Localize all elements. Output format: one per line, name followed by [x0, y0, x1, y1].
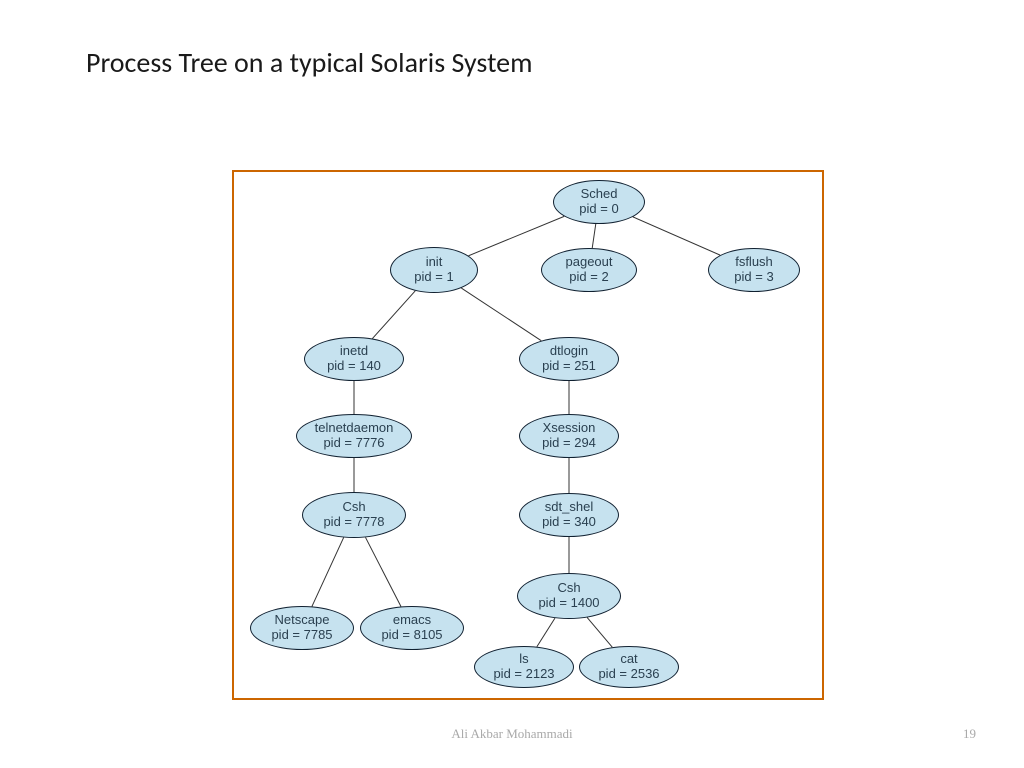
- footer-author: Ali Akbar Mohammadi: [0, 726, 1024, 742]
- process-name: Sched: [581, 187, 618, 202]
- process-name: init: [426, 255, 443, 270]
- slide-title: Process Tree on a typical Solaris System: [86, 45, 532, 80]
- process-name: Csh: [342, 500, 365, 515]
- process-name: Csh: [557, 581, 580, 596]
- process-node-xsession: Xsessionpid = 294: [519, 414, 619, 458]
- process-pid: pid = 8105: [381, 628, 442, 643]
- edge-init-dtlogin: [461, 288, 541, 341]
- process-tree-diagram: Schedpid = 0 initpid = 1 pageoutpid = 2 fsf…: [232, 170, 824, 700]
- process-pid: pid = 1: [414, 270, 453, 285]
- process-pid: pid = 2: [569, 270, 608, 285]
- process-pid: pid = 2536: [598, 667, 659, 682]
- process-name: cat: [620, 652, 637, 667]
- process-node-sdtshel: sdt_shelpid = 340: [519, 493, 619, 537]
- process-node-csh1: Cshpid = 7778: [302, 492, 406, 538]
- edge-sched-init: [469, 216, 565, 255]
- process-pid: pid = 0: [579, 202, 618, 217]
- process-name: telnetdaemon: [315, 421, 394, 436]
- process-node-inetd: inetdpid = 140: [304, 337, 404, 381]
- process-node-csh2: Cshpid = 1400: [517, 573, 621, 619]
- edge-csh2-cat: [587, 618, 612, 648]
- process-name: inetd: [340, 344, 368, 359]
- edge-csh1-emacs: [366, 537, 401, 606]
- process-node-init: initpid = 1: [390, 247, 478, 293]
- edge-sched-fsflush: [633, 217, 720, 255]
- process-node-sched: Schedpid = 0: [553, 180, 645, 224]
- process-pid: pid = 3: [734, 270, 773, 285]
- process-pid: pid = 2123: [493, 667, 554, 682]
- process-pid: pid = 7785: [271, 628, 332, 643]
- edge-csh2-ls: [537, 618, 555, 647]
- process-name: fsflush: [735, 255, 773, 270]
- process-name: Xsession: [543, 421, 596, 436]
- process-node-netscape: Netscapepid = 7785: [250, 606, 354, 650]
- process-pid: pid = 140: [327, 359, 381, 374]
- process-node-telnetdaemon: telnetdaemonpid = 7776: [296, 414, 412, 458]
- process-name: dtlogin: [550, 344, 588, 359]
- footer-page-number: 19: [963, 726, 976, 742]
- process-name: ls: [519, 652, 528, 667]
- process-pid: pid = 1400: [538, 596, 599, 611]
- edge-csh1-netscape: [312, 538, 344, 607]
- edge-sched-pageout: [592, 224, 596, 248]
- process-pid: pid = 7778: [323, 515, 384, 530]
- process-name: emacs: [393, 613, 431, 628]
- edge-init-inetd: [372, 291, 415, 339]
- process-node-fsflush: fsflushpid = 3: [708, 248, 800, 292]
- process-node-ls: lspid = 2123: [474, 646, 574, 688]
- process-pid: pid = 340: [542, 515, 596, 530]
- process-node-dtlogin: dtloginpid = 251: [519, 337, 619, 381]
- process-pid: pid = 251: [542, 359, 596, 374]
- process-name: pageout: [566, 255, 613, 270]
- process-node-emacs: emacspid = 8105: [360, 606, 464, 650]
- process-pid: pid = 7776: [323, 436, 384, 451]
- process-node-cat: catpid = 2536: [579, 646, 679, 688]
- process-node-pageout: pageoutpid = 2: [541, 248, 637, 292]
- process-name: sdt_shel: [545, 500, 593, 515]
- process-pid: pid = 294: [542, 436, 596, 451]
- process-name: Netscape: [275, 613, 330, 628]
